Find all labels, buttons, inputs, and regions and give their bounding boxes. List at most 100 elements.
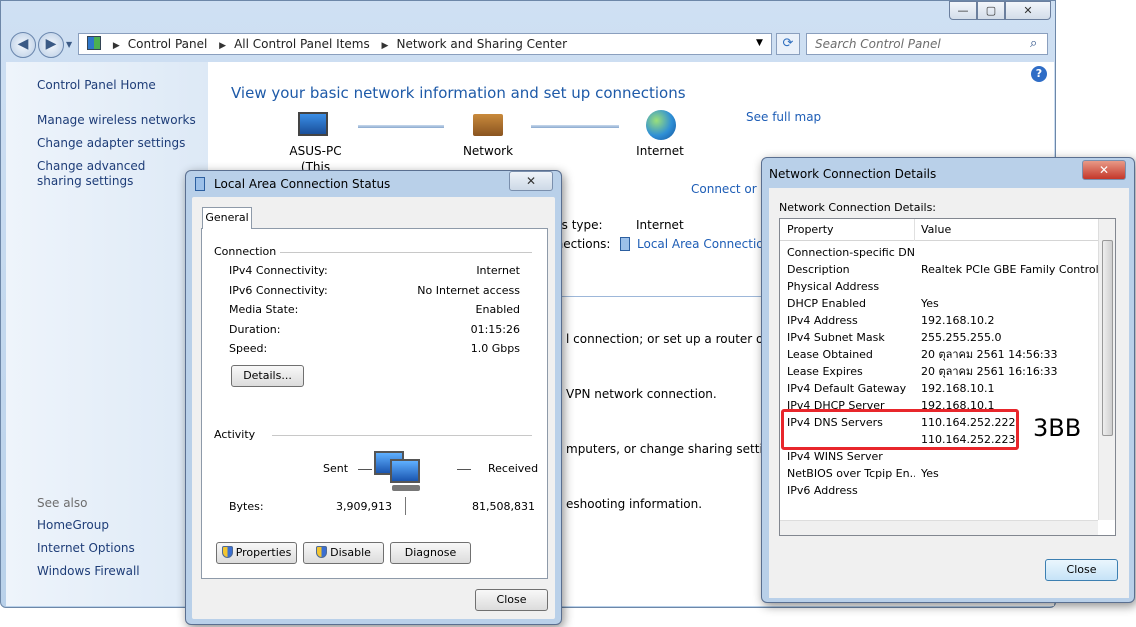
details-listview[interactable]: Property Value Connection-specific DN...… (779, 218, 1116, 536)
ethernet-icon (620, 237, 630, 251)
manage-wireless-link[interactable]: Manage wireless networks (37, 113, 196, 128)
details-row[interactable]: IPv4 Subnet Mask 255.255.255.0 (780, 329, 1098, 346)
see-full-map-link[interactable]: See full map (746, 110, 821, 124)
internet-options-link[interactable]: Internet Options (37, 541, 135, 556)
media-state-label: Media State: (229, 303, 299, 316)
details-row-value: 192.168.10.1 (921, 382, 995, 395)
ipv4-connectivity-label: IPv4 Connectivity: (229, 264, 328, 277)
homegroup-link[interactable]: HomeGroup (37, 518, 109, 533)
help-icon[interactable]: ? (1031, 66, 1047, 82)
left-pane: Control Panel Home Manage wireless netwo… (6, 62, 208, 606)
details-row-property: Lease Expires (787, 365, 863, 378)
sent-label: Sent (323, 462, 349, 475)
back-arrow-icon: ◀ (17, 36, 29, 52)
details-close-button[interactable]: Close (1045, 559, 1118, 581)
bytes-sent-value: 3,909,913 (336, 500, 392, 513)
details-row[interactable]: Lease Expires 20 ตุลาคม 2561 16:16:33 (780, 363, 1098, 380)
page-heading: View your basic network information and … (231, 84, 686, 102)
diagnose-button[interactable]: Diagnose (390, 542, 471, 564)
column-value[interactable]: Value (921, 223, 951, 237)
dns-highlight-box (781, 409, 1019, 450)
task-sharing[interactable]: mputers, or change sharing settings. (566, 442, 788, 456)
details-row[interactable]: DHCP Enabled Yes (780, 295, 1098, 312)
address-dropdown-icon[interactable]: ▼ (756, 38, 763, 48)
status-close-button[interactable]: Close (475, 589, 548, 611)
disable-button[interactable]: Disable (303, 542, 384, 564)
control-panel-home-link[interactable]: Control Panel Home (37, 78, 156, 93)
details-dialog-title: Network Connection Details (769, 167, 937, 181)
status-close-x-button[interactable]: ✕ (509, 171, 553, 191)
ipv6-connectivity-value: No Internet access (417, 284, 520, 297)
task-vpn[interactable]: VPN network connection. (566, 387, 717, 401)
map-computer-sublabel: (This computer) (300, 160, 331, 170)
map-computer-label[interactable]: ASUS-PC (268, 144, 363, 158)
horizontal-scrollbar[interactable] (780, 520, 1098, 535)
ipv4-connectivity-value: Internet (476, 264, 520, 277)
status-dialog: Local Area Connection Status ✕ General C… (185, 170, 562, 625)
status-dialog-title: Local Area Connection Status (214, 177, 391, 191)
details-row[interactable]: Connection-specific DN... (780, 244, 1098, 261)
details-row[interactable]: IPv4 WINS Server (780, 448, 1098, 465)
breadcrumb-network-sharing[interactable]: Network and Sharing Center (396, 37, 567, 51)
change-adapter-link[interactable]: Change adapter settings (37, 136, 185, 151)
task-troubleshoot[interactable]: eshooting information. (566, 497, 702, 511)
details-row-property: IPv4 Address (787, 314, 858, 327)
details-row[interactable]: Lease Obtained 20 ตุลาคม 2561 14:56:33 (780, 346, 1098, 363)
details-row-property: Connection-specific DN... (787, 246, 915, 259)
map-internet-label[interactable]: Internet (620, 144, 700, 158)
media-state-value: Enabled (475, 303, 520, 316)
speed-value: 1.0 Gbps (470, 342, 520, 355)
breadcrumb-all-items[interactable]: All Control Panel Items (234, 37, 370, 51)
address-bar[interactable]: ▶ Control Panel ▶ All Control Panel Items … (78, 33, 772, 55)
details-row[interactable]: IPv4 Default Gateway 192.168.10.1 (780, 380, 1098, 397)
bytes-received-value: 81,508,831 (472, 500, 535, 513)
forward-button[interactable]: ▶ (38, 32, 64, 58)
uac-shield-icon (221, 546, 233, 558)
local-area-connection-link[interactable]: Local Area Connection (637, 237, 771, 251)
internet-globe-icon (646, 110, 676, 140)
scrollbar-thumb[interactable] (1102, 240, 1113, 436)
details-row-property: Lease Obtained (787, 348, 873, 361)
details-row-property: Physical Address (787, 280, 880, 293)
task-setup-connection[interactable]: l connection; or set up a router or acc (566, 332, 793, 346)
minimize-button[interactable]: — (949, 1, 977, 20)
details-row[interactable]: IPv4 Address 192.168.10.2 (780, 312, 1098, 329)
connection-group-label: Connection (214, 245, 277, 258)
map-network-label[interactable]: Network (448, 144, 528, 158)
details-row[interactable]: NetBIOS over Tcpip En... Yes (780, 465, 1098, 482)
details-button[interactable]: Details... (231, 365, 304, 387)
activity-group-label: Activity (214, 428, 256, 441)
refresh-icon[interactable]: ⟳ (776, 33, 800, 55)
details-row-value: Realtek PCIe GBE Family Controller (921, 263, 1114, 276)
duration-label: Duration: (229, 323, 281, 336)
close-window-button[interactable]: ✕ (1005, 1, 1051, 20)
details-row[interactable]: Description Realtek PCIe GBE Family Contr… (780, 261, 1113, 278)
details-close-x-button[interactable]: ✕ (1082, 160, 1126, 180)
connect-disconnect-link[interactable]: Connect or d (691, 182, 768, 196)
recent-pages-chevron-icon[interactable]: ▼ (66, 40, 72, 49)
details-row-property: IPv4 Default Gateway (787, 382, 907, 395)
details-row[interactable]: Physical Address (780, 278, 1098, 295)
vertical-scrollbar[interactable] (1098, 219, 1115, 520)
column-property[interactable]: Property (787, 223, 834, 237)
back-button[interactable]: ◀ (10, 32, 36, 58)
breadcrumb-control-panel[interactable]: Control Panel (128, 37, 208, 51)
search-input[interactable]: Search Control Panel (806, 33, 1048, 55)
windows-firewall-link[interactable]: Windows Firewall (37, 564, 140, 579)
speed-label: Speed: (229, 342, 268, 355)
see-also-label: See also (37, 496, 88, 510)
access-type-value: Internet (636, 218, 684, 232)
change-sharing-link[interactable]: Change advanced sharing settings (37, 159, 187, 189)
details-caption: Network Connection Details: (779, 201, 937, 214)
tab-general[interactable]: General (202, 207, 252, 229)
details-row[interactable]: IPv6 Address (780, 482, 1098, 499)
ipv6-connectivity-label: IPv6 Connectivity: (229, 284, 328, 297)
details-row-property: IPv4 WINS Server (787, 450, 883, 463)
properties-button[interactable]: Properties (216, 542, 297, 564)
details-row-property: DHCP Enabled (787, 297, 867, 310)
duration-value: 01:15:26 (470, 323, 520, 336)
general-tab-panel: Connection IPv4 Connectivity: Internet I… (201, 228, 548, 579)
maximize-button[interactable]: ▢ (977, 1, 1005, 20)
forward-arrow-icon: ▶ (45, 36, 57, 52)
bytes-label: Bytes: (229, 500, 264, 513)
